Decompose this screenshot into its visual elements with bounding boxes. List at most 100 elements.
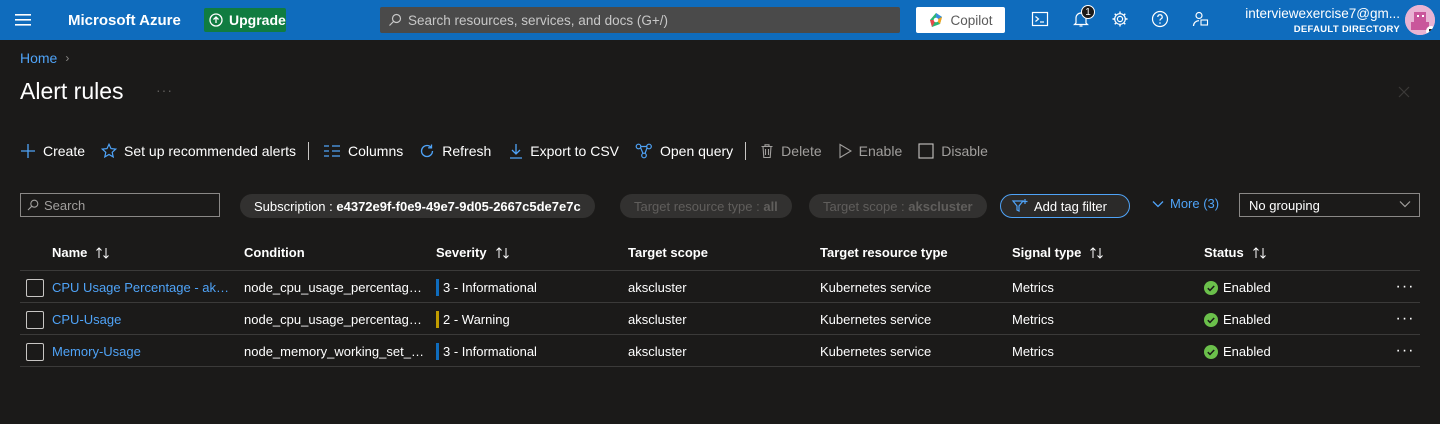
- account-menu[interactable]: interviewexercise7@gm... DEFAULT DIRECTO…: [1210, 6, 1400, 35]
- sort-icon: [1089, 246, 1105, 260]
- account-email: interviewexercise7@gm...: [1245, 6, 1400, 21]
- rule-severity: 3 - Informational: [443, 344, 537, 359]
- refresh-button[interactable]: Refresh: [419, 138, 491, 164]
- table-row[interactable]: CPU Usage Percentage - akscl... node_cpu…: [20, 271, 1420, 303]
- subscription-filter-value: e4372e9f-f0e9-49e7-9d05-2667c5de7e7c: [336, 198, 581, 214]
- column-header-name-label: Name: [52, 245, 88, 260]
- column-header-condition-label: Condition: [244, 245, 305, 260]
- feedback-icon[interactable]: [1191, 10, 1211, 30]
- column-header-target-resource-type[interactable]: Target resource type: [820, 245, 948, 260]
- enabled-check-icon: [1204, 281, 1218, 295]
- search-icon: [27, 199, 39, 211]
- setup-recommended-alerts-label: Set up recommended alerts: [124, 143, 297, 159]
- rule-name-link[interactable]: CPU Usage Percentage - akscl...: [52, 280, 234, 295]
- avatar[interactable]: [1405, 5, 1435, 35]
- command-bar: Create Set up recommended alerts Columns…: [20, 138, 988, 164]
- rule-target-resource-type: Kubernetes service: [820, 312, 932, 327]
- enable-button[interactable]: Enable: [838, 138, 902, 164]
- severity-indicator: [436, 311, 439, 328]
- rule-name-link[interactable]: CPU-Usage: [52, 312, 234, 327]
- filter-add-icon: [1011, 198, 1029, 214]
- copilot-button[interactable]: Copilot: [916, 7, 1005, 33]
- column-header-condition[interactable]: Condition: [244, 245, 305, 260]
- rule-condition: node_cpu_usage_percentage ...: [244, 280, 426, 295]
- notification-count-badge: 1: [1081, 5, 1095, 19]
- table-row[interactable]: Memory-Usage node_memory_working_set_p..…: [20, 335, 1420, 367]
- more-filters-button[interactable]: More (3): [1152, 196, 1219, 211]
- rule-signal-type: Metrics: [1012, 280, 1054, 295]
- row-more-options-icon[interactable]: ···: [1394, 309, 1416, 329]
- resource-type-filter-value: all: [763, 198, 778, 214]
- resource-type-filter-pill[interactable]: Target resource type : all: [620, 194, 792, 218]
- filter-search-input[interactable]: Search: [20, 193, 220, 217]
- add-tag-filter-button[interactable]: Add tag filter: [1000, 194, 1130, 218]
- column-header-signal-type[interactable]: Signal type: [1012, 245, 1105, 260]
- rule-target-resource-type: Kubernetes service: [820, 344, 932, 359]
- breadcrumb-chevron-icon: ›: [65, 51, 70, 65]
- rule-target-scope: akscluster: [628, 280, 687, 295]
- sort-icon: [95, 246, 111, 260]
- row-checkbox[interactable]: [26, 343, 44, 361]
- disable-label: Disable: [941, 143, 988, 159]
- add-tag-filter-label: Add tag filter: [1034, 198, 1107, 214]
- global-search-input[interactable]: Search resources, services, and docs (G+…: [380, 7, 900, 33]
- cloud-shell-icon[interactable]: [1031, 10, 1051, 30]
- subscription-filter-pill[interactable]: Subscription : e4372e9f-f0e9-49e7-9d05-2…: [240, 194, 595, 218]
- rule-condition: node_cpu_usage_percentage ...: [244, 312, 426, 327]
- settings-gear-icon[interactable]: [1111, 10, 1131, 30]
- star-icon: [101, 143, 118, 159]
- hamburger-menu-icon[interactable]: [15, 12, 33, 28]
- refresh-label: Refresh: [442, 143, 492, 159]
- grouping-dropdown[interactable]: No grouping: [1239, 193, 1420, 217]
- help-question-icon[interactable]: [1151, 10, 1171, 30]
- copilot-label: Copilot: [950, 12, 993, 28]
- chevron-down-icon: [1152, 200, 1164, 208]
- page-title: Alert rules: [20, 78, 124, 104]
- create-label: Create: [43, 143, 86, 159]
- column-header-name[interactable]: Name: [52, 245, 111, 260]
- rule-target-resource-type: Kubernetes service: [820, 280, 932, 295]
- export-csv-button[interactable]: Export to CSV: [509, 138, 619, 164]
- columns-button[interactable]: Columns: [323, 138, 403, 164]
- row-more-options-icon[interactable]: ···: [1394, 341, 1416, 361]
- close-icon[interactable]: [1396, 84, 1412, 100]
- page-more-options-icon[interactable]: ···: [156, 82, 173, 98]
- more-filters-label: More (3): [1170, 196, 1220, 211]
- upgrade-button[interactable]: Upgrade: [204, 8, 286, 32]
- column-header-signal-type-label: Signal type: [1012, 245, 1082, 260]
- target-scope-filter-pill[interactable]: Target scope : akscluster: [809, 194, 987, 218]
- column-header-severity[interactable]: Severity: [436, 245, 511, 260]
- target-scope-filter-label: Target scope :: [823, 198, 909, 214]
- row-checkbox[interactable]: [26, 311, 44, 329]
- top-bar: Microsoft Azure Upgrade Search resources…: [0, 0, 1440, 40]
- setup-recommended-alerts-button[interactable]: Set up recommended alerts: [101, 138, 296, 164]
- upgrade-arrow-icon: [209, 13, 223, 27]
- export-csv-label: Export to CSV: [530, 143, 619, 159]
- column-header-target-scope[interactable]: Target scope: [628, 245, 708, 260]
- play-icon: [838, 143, 852, 159]
- column-header-target-resource-type-label: Target resource type: [820, 245, 948, 260]
- enabled-check-icon: [1204, 345, 1218, 359]
- stop-icon: [918, 143, 934, 159]
- row-more-options-icon[interactable]: ···: [1394, 277, 1416, 297]
- breadcrumb: Home ›: [20, 50, 69, 66]
- rule-name-link[interactable]: Memory-Usage: [52, 344, 234, 359]
- rule-signal-type: Metrics: [1012, 312, 1054, 327]
- upgrade-label: Upgrade: [229, 12, 286, 28]
- grouping-value: No grouping: [1249, 197, 1320, 213]
- create-button[interactable]: Create: [20, 138, 85, 164]
- column-header-status[interactable]: Status: [1204, 245, 1268, 260]
- table-row[interactable]: CPU-Usage node_cpu_usage_percentage ... …: [20, 303, 1420, 335]
- open-query-button[interactable]: Open query: [635, 138, 733, 164]
- account-directory: DEFAULT DIRECTORY: [1293, 24, 1400, 35]
- sort-icon: [1252, 246, 1268, 260]
- plus-icon: [20, 143, 36, 159]
- row-checkbox[interactable]: [26, 279, 44, 297]
- sort-icon: [495, 246, 511, 260]
- delete-button[interactable]: Delete: [760, 138, 822, 164]
- breadcrumb-home-link[interactable]: Home: [20, 50, 57, 66]
- open-query-label: Open query: [660, 143, 734, 159]
- disable-button[interactable]: Disable: [918, 138, 988, 164]
- search-icon: [388, 13, 402, 27]
- brand-title[interactable]: Microsoft Azure: [68, 12, 181, 29]
